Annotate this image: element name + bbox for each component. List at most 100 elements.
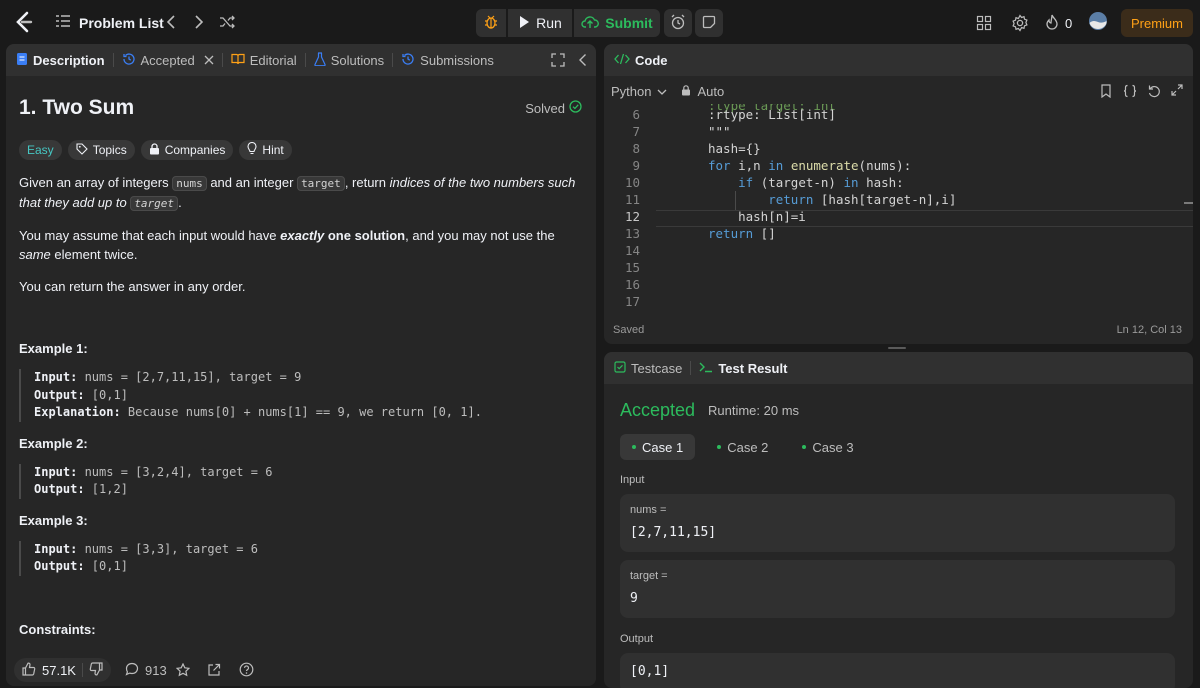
- fullscreen-icon[interactable]: [551, 53, 565, 70]
- inline-code: nums: [172, 176, 207, 191]
- share-icon[interactable]: [207, 663, 221, 680]
- description-footer: 57.1K 913: [6, 654, 596, 686]
- input-value: nums = [2,7,11,15], target = 9: [77, 370, 302, 384]
- line-number: 8: [632, 141, 640, 156]
- check-circle-icon: [569, 100, 582, 116]
- terminal-icon: [699, 361, 713, 376]
- tab-submissions-label: Submissions: [420, 52, 494, 68]
- tab-code-label: Code: [635, 52, 668, 68]
- tab-solutions[interactable]: Solutions: [314, 51, 385, 69]
- leetcode-logo-icon[interactable]: [14, 11, 34, 33]
- close-tab-icon[interactable]: [204, 53, 214, 68]
- auto-label: Auto: [697, 83, 725, 99]
- code-text: hash={}: [708, 141, 761, 156]
- premium-button[interactable]: Premium: [1121, 9, 1193, 37]
- code-text: if (target-n) in hash:: [738, 175, 904, 190]
- help-icon[interactable]: [239, 662, 254, 680]
- code-panel: Code Python Auto :type target: int 6:rt…: [604, 44, 1193, 344]
- output-section-label: Output: [620, 633, 654, 645]
- inline-code: target: [130, 196, 179, 211]
- example-title: Example 3:: [19, 512, 88, 528]
- layout-icon[interactable]: [976, 13, 992, 33]
- line-number: 10: [624, 175, 640, 190]
- auto-mode[interactable]: Auto: [681, 84, 724, 99]
- prev-problem-icon[interactable]: [162, 13, 180, 31]
- debug-button[interactable]: [476, 9, 506, 37]
- next-problem-icon[interactable]: [190, 13, 208, 31]
- text: and an integer: [206, 175, 298, 190]
- runtime: Runtime: 20 ms: [708, 403, 800, 418]
- input-label: Input:: [34, 464, 78, 479]
- tab-test-result[interactable]: Test Result: [699, 361, 787, 376]
- text: .: [178, 195, 182, 210]
- expand-icon[interactable]: [1171, 84, 1183, 99]
- companies-chip[interactable]: Companies: [140, 140, 234, 160]
- hint-chip[interactable]: Hint: [239, 140, 292, 160]
- line-number: 16: [624, 277, 640, 292]
- result-status: Accepted: [620, 400, 696, 420]
- tab-accepted[interactable]: Accepted: [122, 52, 214, 69]
- example-block: Input: nums = [2,7,11,15], target = 9 Ou…: [19, 369, 584, 422]
- code-line: 9 for i,n in enumerate(nums):: [604, 158, 1193, 175]
- code-editor[interactable]: :type target: int 6:rtype: List[int] 7 ""…: [604, 104, 1193, 306]
- input-target-box: target = 9: [620, 560, 1175, 618]
- code-line: 14: [604, 243, 1193, 260]
- problem-title: 1. Two Sum: [19, 96, 135, 119]
- output-value: [0,1]: [84, 387, 128, 402]
- star-icon[interactable]: [175, 662, 191, 680]
- description-tabs: Description Accepted Editorial Solutions: [6, 44, 596, 76]
- topics-label: Topics: [92, 143, 127, 157]
- thumbs-up-icon[interactable]: [22, 662, 36, 679]
- example-title: Example 1:: [19, 341, 88, 356]
- case-tab-2[interactable]: Case 2: [705, 434, 780, 460]
- code-line: 13 return []: [604, 226, 1193, 243]
- collapse-left-icon[interactable]: [578, 53, 588, 70]
- cloud-upload-icon: [581, 15, 600, 32]
- shuffle-icon[interactable]: [218, 13, 236, 31]
- submit-button[interactable]: Submit: [574, 9, 660, 37]
- target-value: 9: [630, 591, 638, 606]
- problem-list-button[interactable]: Problem List: [55, 14, 164, 31]
- run-button[interactable]: Run: [508, 9, 572, 37]
- code-text: return [hash[target-n],i]: [768, 192, 957, 207]
- tab-editorial[interactable]: Editorial: [231, 53, 297, 68]
- case-tabs: Case 1 Case 2 Case 3: [620, 434, 866, 460]
- list-icon: [55, 14, 71, 31]
- settings-gear-icon[interactable]: [1011, 13, 1029, 33]
- reset-icon[interactable]: [1147, 84, 1161, 101]
- language-select[interactable]: Python: [611, 84, 667, 99]
- example-block: Input: nums = [3,3], target = 6 Output: …: [19, 540, 584, 576]
- language-label: Python: [611, 83, 652, 99]
- code-line: 7 """: [604, 124, 1193, 141]
- code-text: for i,n in enumerate(nums):: [708, 158, 912, 173]
- line-number: 7: [632, 124, 640, 139]
- streak-counter[interactable]: 0: [1045, 13, 1072, 33]
- bold-text: one solution: [324, 228, 406, 243]
- tab-submissions[interactable]: Submissions: [401, 52, 494, 69]
- text: You may assume that each input would hav…: [19, 228, 281, 243]
- run-label: Run: [536, 15, 562, 31]
- document-icon: [16, 52, 28, 69]
- pass-dot-icon: [632, 445, 636, 449]
- bookmark-icon[interactable]: [1100, 84, 1112, 101]
- description-panel: Description Accepted Editorial Solutions: [6, 44, 596, 686]
- tab-code[interactable]: Code: [614, 53, 668, 68]
- user-avatar[interactable]: [1088, 11, 1108, 31]
- note-icon: [702, 15, 716, 32]
- timer-button[interactable]: [664, 9, 692, 37]
- panel-resize-handle[interactable]: [888, 347, 906, 349]
- topics-chip[interactable]: Topics: [67, 140, 135, 160]
- comments-button[interactable]: 913: [125, 662, 167, 679]
- problem-list-label: Problem List: [79, 14, 164, 31]
- companies-label: Companies: [164, 143, 226, 157]
- tab-solutions-label: Solutions: [330, 52, 385, 68]
- output-label: Output:: [34, 387, 85, 402]
- thumbs-down-icon[interactable]: [89, 661, 103, 679]
- tab-testcase[interactable]: Testcase: [614, 361, 682, 376]
- case-tab-1[interactable]: Case 1: [620, 434, 696, 460]
- alarm-clock-icon: [670, 14, 686, 33]
- notes-button[interactable]: [695, 9, 723, 37]
- tab-description[interactable]: Description: [16, 52, 105, 69]
- format-braces-icon[interactable]: [1123, 84, 1137, 101]
- case-tab-3[interactable]: Case 3: [790, 434, 865, 460]
